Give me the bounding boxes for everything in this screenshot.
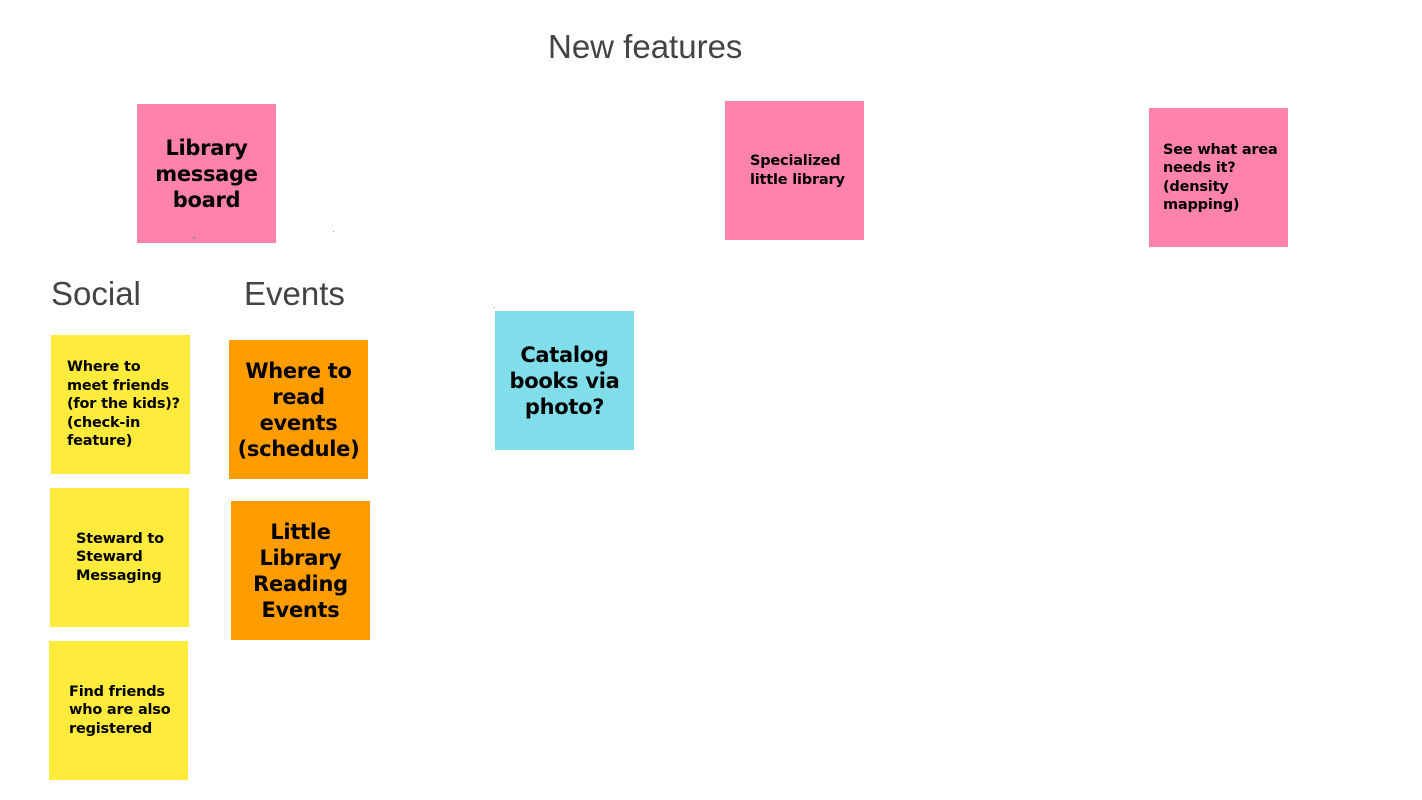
stray-mark	[494, 307, 495, 308]
sticky-note-text: Find friends who are also registered	[69, 683, 171, 737]
column-heading-events: Events	[244, 275, 345, 312]
sticky-note-steward-messaging[interactable]: Steward to Steward Messaging	[50, 488, 189, 627]
sticky-note-reading-events[interactable]: Little Library Reading Events	[231, 501, 370, 640]
sticky-note-find-friends[interactable]: Find friends who are also registered	[49, 641, 188, 780]
board-title: New features	[548, 28, 743, 65]
sticky-note-text: Catalog books via photo?	[509, 342, 620, 419]
sticky-note-text: Steward to Steward Messaging	[76, 530, 164, 584]
sticky-note-meet-friends[interactable]: Where to meet friends (for the kids)? (c…	[51, 335, 190, 474]
stray-mark	[333, 231, 334, 232]
whiteboard-canvas: New features Social Events Library messa…	[0, 0, 1422, 800]
sticky-note-specialized-little-library[interactable]: Specialized little library	[725, 101, 864, 240]
sticky-note-read-events[interactable]: Where to read events (schedule)	[229, 340, 368, 479]
column-heading-social: Social	[51, 275, 141, 312]
sticky-note-density-mapping[interactable]: See what area needs it? (density mapping…	[1149, 108, 1288, 247]
sticky-note-text: Where to meet friends (for the kids)? (c…	[67, 359, 180, 450]
sticky-note-text: Little Library Reading Events	[253, 519, 348, 622]
sticky-note-text: Where to read events (schedule)	[237, 358, 360, 461]
sticky-note-text: Library message board	[155, 135, 258, 212]
stray-mark	[193, 237, 195, 239]
sticky-note-catalog-books[interactable]: Catalog books via photo?	[495, 311, 634, 450]
sticky-note-text: Specialized little library	[750, 153, 845, 188]
sticky-note-library-message-board[interactable]: Library message board	[137, 104, 276, 243]
sticky-note-text: See what area needs it? (density mapping…	[1163, 141, 1278, 214]
